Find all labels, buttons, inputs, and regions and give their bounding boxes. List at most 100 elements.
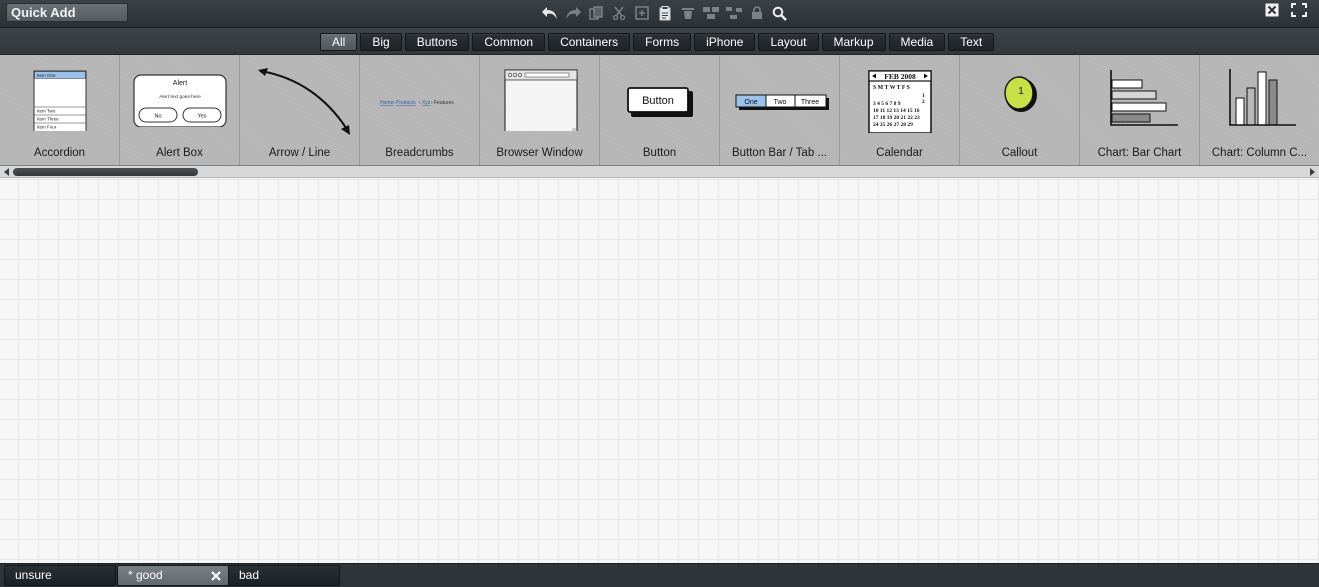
svg-text:17 18 19 20 21 22 23: 17 18 19 20 21 22 23: [873, 115, 920, 121]
svg-text:24 25 26 27 28 29: 24 25 26 27 28 29: [873, 122, 913, 128]
breadcrumb-link: Xyz: [422, 100, 431, 106]
calendar-thumbnail: FEB 2008 S M T W T F S 1 2 3 4 5 6 7 8 9…: [867, 70, 932, 133]
ungroup-icon[interactable]: [722, 2, 745, 24]
accordion-item: Item Three: [37, 117, 59, 122]
lock-icon[interactable]: [745, 2, 768, 24]
library-item-breadcrumbs[interactable]: Home › Products › Xyz › Features Breadcr…: [360, 55, 480, 165]
scroll-left-arrow-icon[interactable]: [2, 167, 12, 177]
library-item-label: Alert Box: [156, 147, 203, 159]
mockup-tab-label: unsure: [15, 568, 52, 582]
library-item-arrow-line[interactable]: Arrow / Line: [240, 55, 360, 165]
tab-button: One: [744, 99, 757, 106]
breadcrumbs-thumbnail: Home › Products › Xyz › Features: [380, 100, 454, 106]
fullscreen-icon[interactable]: [1291, 3, 1307, 22]
undo-icon[interactable]: [538, 2, 561, 24]
mockup-tab-bar: unsure * good bad: [0, 563, 1319, 587]
component-library: Item One Item Two Item Three Item Four A…: [0, 55, 1319, 166]
library-item-label: Chart: Bar Chart: [1097, 147, 1182, 159]
library-item-accordion[interactable]: Item One Item Two Item Three Item Four A…: [0, 55, 120, 165]
library-item-label: Button: [642, 147, 677, 159]
library-item-button[interactable]: Button Button: [600, 55, 720, 165]
browser-window-thumbnail: [503, 69, 578, 131]
tab-button: Three: [800, 99, 818, 106]
copy-icon[interactable]: [584, 2, 607, 24]
library-item-label: Accordion: [33, 147, 86, 159]
accordion-item: Item One: [37, 73, 56, 78]
library-item-label: Calendar: [876, 147, 923, 159]
svg-text:10 11 12 13 14 15 16: 10 11 12 13 14 15 16: [873, 108, 920, 114]
button-text: Button: [642, 95, 674, 107]
alert-title: Alert: [172, 80, 186, 87]
accordion-item: Item Two: [37, 109, 56, 114]
paste-icon[interactable]: [653, 2, 676, 24]
duplicate-icon[interactable]: [630, 2, 653, 24]
accordion-item: Item Four: [37, 125, 57, 130]
scroll-right-arrow-icon[interactable]: [1307, 167, 1317, 177]
category-tab-big[interactable]: Big: [360, 33, 402, 51]
cut-icon[interactable]: [607, 2, 630, 24]
svg-text:›: ›: [419, 100, 421, 106]
category-tab-containers[interactable]: Containers: [548, 33, 631, 51]
tab-button: Two: [773, 99, 786, 106]
window-controls: [1265, 3, 1307, 22]
mockup-tab-good[interactable]: * good: [117, 565, 229, 586]
arrow-line-thumbnail: [257, 68, 350, 135]
mockup-canvas[interactable]: [0, 178, 1319, 563]
alert-yes-button: Yes: [197, 114, 206, 120]
bar-chart-thumbnail: [1109, 70, 1178, 126]
alert-box-thumbnail: Alert Alert text goes here No Yes: [132, 74, 227, 127]
library-item-alert-box[interactable]: Alert Alert text goes here No Yes Alert …: [120, 55, 240, 165]
callout-thumbnail: 1: [1003, 76, 1037, 112]
alert-text: Alert text goes here: [159, 94, 201, 100]
library-item-browser-window[interactable]: Browser Window: [480, 55, 600, 165]
library-item-bar-chart[interactable]: Chart: Bar Chart: [1080, 55, 1200, 165]
library-item-label: Browser Window: [496, 147, 583, 159]
alert-no-button: No: [154, 114, 161, 120]
button-bar-thumbnail: One Two Three: [735, 94, 829, 110]
quick-add-input[interactable]: Quick Add: [6, 3, 128, 22]
svg-text:›: ›: [393, 100, 395, 106]
svg-text:›: ›: [431, 100, 433, 106]
library-scrollbar[interactable]: [0, 166, 1319, 178]
category-tab-common[interactable]: Common: [472, 33, 546, 51]
category-bar: All Big Buttons Common Containers Forms …: [0, 28, 1319, 55]
mockup-tab-bad[interactable]: bad: [228, 565, 340, 586]
library-item-label: Chart: Column C...: [1211, 147, 1308, 159]
button-thumbnail: Button: [626, 87, 693, 117]
breadcrumb-current: Features: [434, 100, 454, 106]
close-tab-icon[interactable]: [210, 569, 222, 581]
top-toolbar: Quick Add: [0, 0, 1319, 28]
calendar-weekdays: S M T W T F S: [873, 85, 910, 91]
search-icon[interactable]: [768, 2, 791, 24]
column-chart-thumbnail: [1228, 69, 1296, 126]
library-item-calendar[interactable]: FEB 2008 S M T W T F S 1 2 3 4 5 6 7 8 9…: [840, 55, 960, 165]
accordion-thumbnail: Item One Item Two Item Three Item Four: [33, 70, 86, 131]
category-tab-all[interactable]: All: [320, 33, 358, 51]
close-window-icon[interactable]: [1265, 3, 1279, 22]
category-tab-markup[interactable]: Markup: [821, 33, 886, 51]
library-item-label: Callout: [1001, 147, 1038, 159]
category-tab-buttons[interactable]: Buttons: [404, 33, 470, 51]
mockup-tab-unsure[interactable]: unsure: [4, 565, 116, 586]
library-item-label: Arrow / Line: [268, 147, 331, 159]
library-item-button-bar[interactable]: One Two Three Button Bar / Tab ...: [720, 55, 840, 165]
mockup-tab-label: * good: [128, 568, 163, 582]
delete-icon[interactable]: [676, 2, 699, 24]
scroll-thumb[interactable]: [13, 168, 198, 176]
svg-text:3 4 5 6 7 8 9: 3 4 5 6 7 8 9: [873, 101, 901, 107]
library-item-label: Button Bar / Tab ...: [731, 147, 828, 159]
category-tab-iphone[interactable]: iPhone: [694, 33, 756, 51]
library-item-callout[interactable]: 1 Callout: [960, 55, 1080, 165]
library-item-column-chart[interactable]: Chart: Column C...: [1200, 55, 1319, 165]
calendar-month: FEB 2008: [884, 72, 916, 81]
category-tab-layout[interactable]: Layout: [758, 33, 819, 51]
category-tab-forms[interactable]: Forms: [633, 33, 692, 51]
category-tab-media[interactable]: Media: [888, 33, 946, 51]
library-item-label: Breadcrumbs: [385, 147, 454, 159]
callout-number: 1: [1018, 86, 1024, 97]
breadcrumb-link: Home: [380, 100, 394, 106]
group-icon[interactable]: [699, 2, 722, 24]
redo-icon[interactable]: [561, 2, 584, 24]
category-tab-text[interactable]: Text: [948, 33, 995, 51]
edit-toolbar: [538, 2, 791, 24]
